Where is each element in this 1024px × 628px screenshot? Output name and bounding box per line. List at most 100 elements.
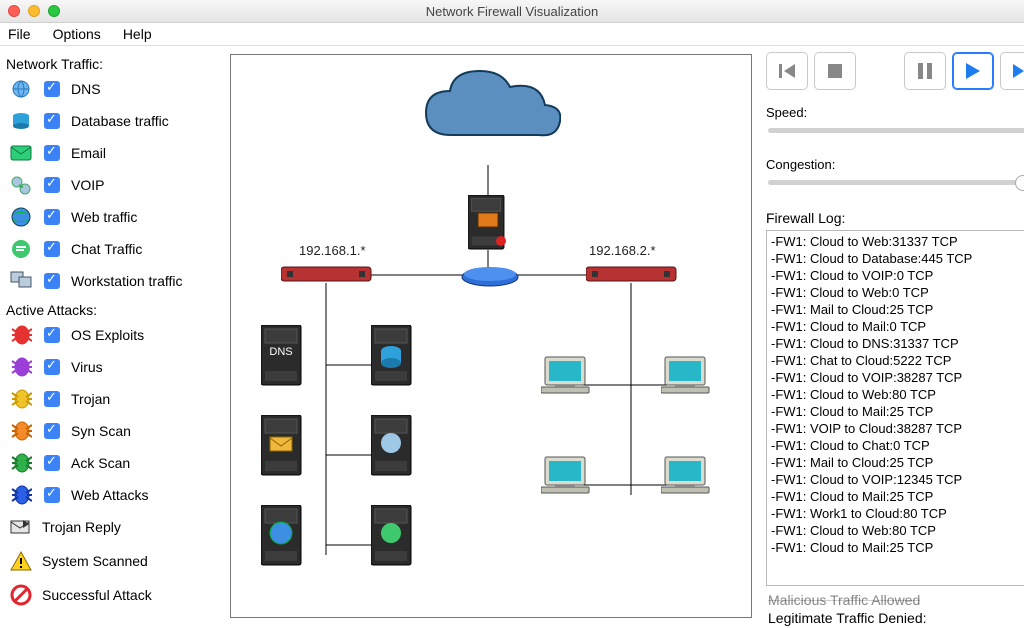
stat-malicious-allowed: Malicious Traffic Allowed 1	[766, 592, 1024, 608]
filter-voip-checkbox[interactable]	[44, 177, 60, 193]
network-canvas[interactable]: 192.168.1.* 192.168.2.* DNS	[230, 54, 752, 618]
filter-voip-label: VOIP	[71, 177, 104, 193]
filter-email-checkbox[interactable]	[44, 145, 60, 161]
pc-2[interactable]	[661, 355, 713, 399]
minimize-window-button[interactable]	[28, 5, 40, 17]
legend-system-scanned: System Scanned	[10, 550, 220, 572]
filter-database-checkbox[interactable]	[44, 113, 60, 129]
log-entry: -FW1: Cloud to Chat:0 TCP	[771, 437, 1024, 454]
filter-email-label: Email	[71, 145, 106, 161]
log-entry: -FW1: Cloud to Web:31337 TCP	[771, 233, 1024, 250]
pc-1[interactable]	[541, 355, 593, 399]
stop-icon	[827, 63, 843, 79]
router-right[interactable]	[586, 261, 682, 287]
filter-workstation[interactable]: Workstation traffic	[10, 270, 220, 292]
traffic-heading: Network Traffic:	[6, 56, 220, 72]
menu-options[interactable]: Options	[53, 26, 101, 42]
pause-button[interactable]	[904, 52, 946, 90]
filter-syn-scan[interactable]: Syn Scan	[10, 420, 220, 442]
legend-trojan-reply-label: Trojan Reply	[42, 519, 121, 535]
log-entry: -FW1: Cloud to Web:80 TCP	[771, 522, 1024, 539]
filter-web-attacks-checkbox[interactable]	[44, 487, 60, 503]
filter-dns[interactable]: DNS	[10, 78, 220, 100]
skip-forward-button[interactable]	[1000, 52, 1024, 90]
server-database[interactable]	[371, 325, 421, 395]
server-web[interactable]	[261, 505, 311, 575]
stat-legit-denied-label: Legitimate Traffic Denied:	[768, 610, 927, 626]
sidebar: Network Traffic: DNS Database traffic Em…	[0, 46, 224, 628]
log-heading: Firewall Log:	[766, 210, 1024, 226]
server-dns[interactable]: DNS	[261, 325, 311, 395]
filter-virus[interactable]: Virus	[10, 356, 220, 378]
firewall-log[interactable]: -FW1: Cloud to Web:31337 TCP-FW1: Cloud …	[766, 230, 1024, 586]
menu-help[interactable]: Help	[123, 26, 152, 42]
filter-virus-label: Virus	[71, 359, 103, 375]
filter-os-exploits[interactable]: OS Exploits	[10, 324, 220, 346]
filter-voip[interactable]: VOIP	[10, 174, 220, 196]
deny-icon	[10, 584, 32, 606]
pause-icon	[917, 62, 933, 80]
play-button[interactable]	[952, 52, 994, 90]
filter-dns-checkbox[interactable]	[44, 81, 60, 97]
legend-trojan-reply: Trojan Reply	[10, 516, 220, 538]
database-icon	[10, 110, 32, 132]
congestion-label: Congestion:	[766, 157, 835, 172]
zoom-window-button[interactable]	[48, 5, 60, 17]
skip-back-button[interactable]	[766, 52, 808, 90]
server-mail[interactable]	[261, 415, 311, 485]
congestion-slider[interactable]	[768, 180, 1024, 185]
filter-os-exploits-checkbox[interactable]	[44, 327, 60, 343]
filter-trojan-checkbox[interactable]	[44, 391, 60, 407]
filter-web[interactable]: Web traffic	[10, 206, 220, 228]
router-left[interactable]	[281, 261, 377, 287]
modem-node[interactable]	[458, 263, 522, 291]
legend-successful-attack: Successful Attack	[10, 584, 220, 606]
log-entry: -FW1: Cloud to Database:445 TCP	[771, 250, 1024, 267]
filter-ack-scan[interactable]: Ack Scan	[10, 452, 220, 474]
log-entry: -FW1: Cloud to Mail:0 TCP	[771, 318, 1024, 335]
bug-red-icon	[10, 324, 32, 346]
menu-file[interactable]: File	[8, 26, 31, 42]
stop-button[interactable]	[814, 52, 856, 90]
filter-trojan[interactable]: Trojan	[10, 388, 220, 410]
globe-small-icon	[10, 78, 32, 100]
log-entry: -FW1: Cloud to Web:80 TCP	[771, 386, 1024, 403]
skip-forward-icon	[1011, 62, 1024, 80]
log-entry: -FW1: Cloud to Mail:25 TCP	[771, 488, 1024, 505]
filter-chat[interactable]: Chat Traffic	[10, 238, 220, 260]
close-window-button[interactable]	[8, 5, 20, 17]
filter-web-attacks[interactable]: Web Attacks	[10, 484, 220, 506]
pc-4[interactable]	[661, 455, 713, 499]
firewall-node[interactable]	[468, 195, 512, 251]
filter-virus-checkbox[interactable]	[44, 359, 60, 375]
filter-database[interactable]: Database traffic	[10, 110, 220, 132]
cloud-node[interactable]	[421, 65, 561, 165]
bug-blue-icon	[10, 484, 32, 506]
log-entry: -FW1: Mail to Cloud:25 TCP	[771, 454, 1024, 471]
attacks-heading: Active Attacks:	[6, 302, 220, 318]
filter-dns-label: DNS	[71, 81, 101, 97]
filter-trojan-label: Trojan	[71, 391, 110, 407]
subnet-right-label: 192.168.2.*	[589, 243, 656, 258]
play-icon	[964, 62, 982, 80]
speed-slider[interactable]	[768, 128, 1024, 133]
bug-green-icon	[10, 452, 32, 474]
filter-ack-scan-checkbox[interactable]	[44, 455, 60, 471]
filter-syn-scan-checkbox[interactable]	[44, 423, 60, 439]
log-entry: -FW1: Cloud to Mail:25 TCP	[771, 539, 1024, 556]
filter-web-checkbox[interactable]	[44, 209, 60, 225]
filter-workstation-checkbox[interactable]	[44, 273, 60, 289]
server-chat[interactable]	[371, 505, 421, 575]
chat-icon	[10, 238, 32, 260]
log-entry: -FW1: VOIP to Cloud:38287 TCP	[771, 420, 1024, 437]
server-voip[interactable]	[371, 415, 421, 485]
log-entry: -FW1: Chat to Cloud:5222 TCP	[771, 352, 1024, 369]
log-entry: -FW1: Cloud to VOIP:12345 TCP	[771, 471, 1024, 488]
filter-email[interactable]: Email	[10, 142, 220, 164]
filter-os-exploits-label: OS Exploits	[71, 327, 144, 343]
filter-chat-checkbox[interactable]	[44, 241, 60, 257]
window-title: Network Firewall Visualization	[0, 4, 1024, 19]
right-panel: Speed: Congestion: Firewall Log: -FW1: C…	[758, 46, 1024, 628]
stat-legit-denied: Legitimate Traffic Denied: 77	[766, 610, 1024, 626]
pc-3[interactable]	[541, 455, 593, 499]
